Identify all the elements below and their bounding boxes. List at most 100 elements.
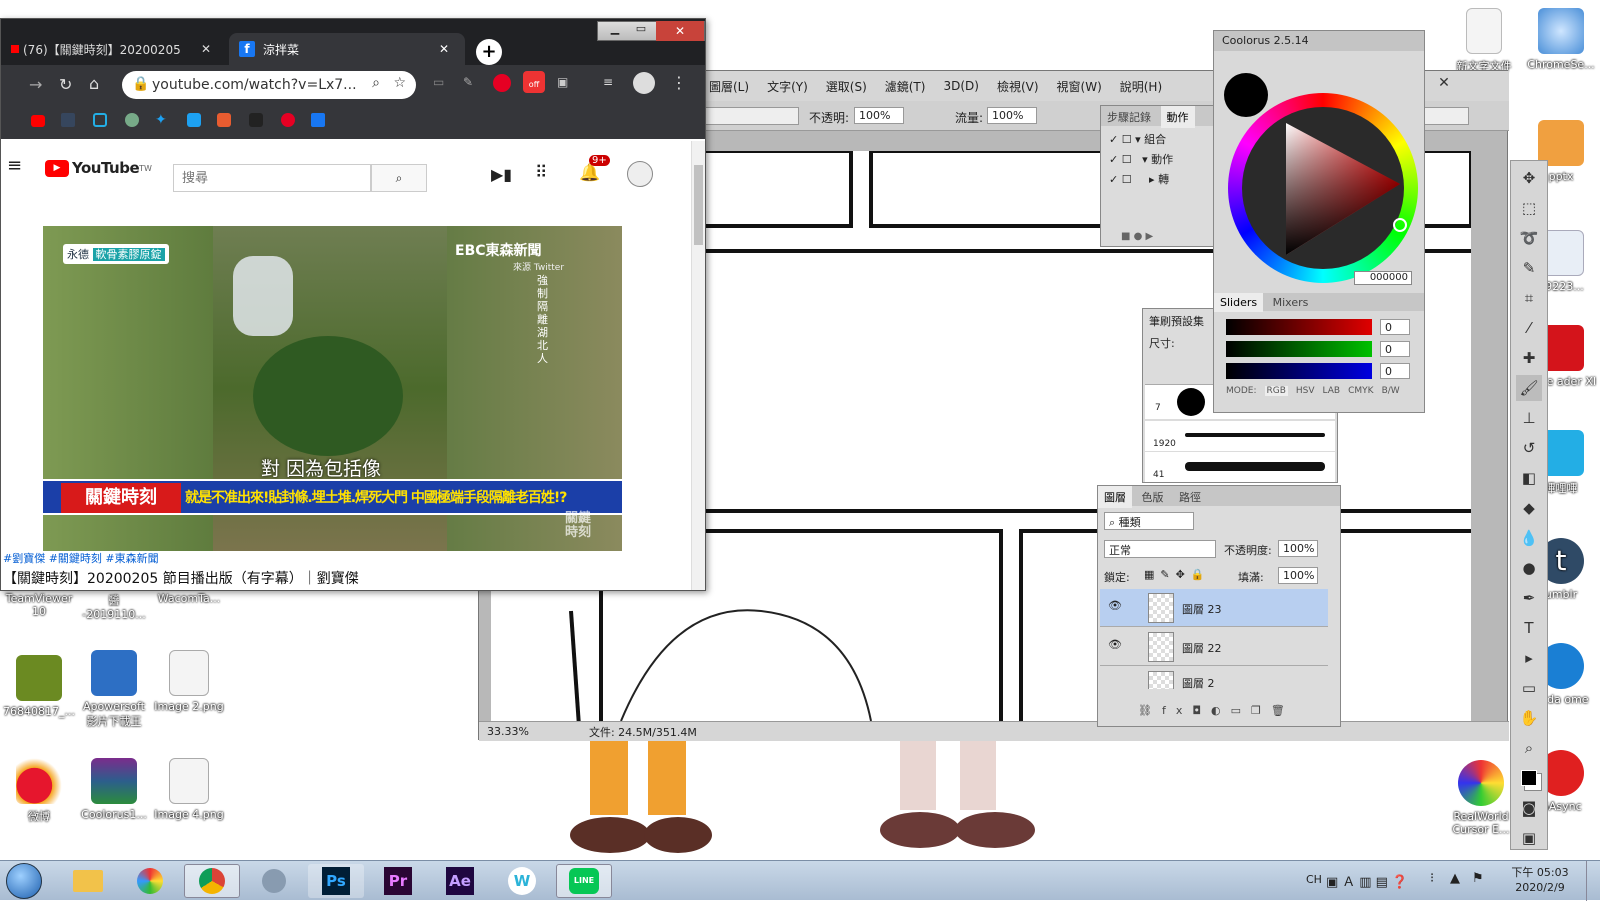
action-row[interactable]: ✓ ☐ ▸ 轉 <box>1109 170 1209 190</box>
pinterest-extension-icon[interactable] <box>493 74 511 92</box>
hamburger-menu-icon[interactable]: ≡ <box>7 155 22 176</box>
blur-tool-icon[interactable]: 💧 <box>1516 525 1542 551</box>
crop-tool-icon[interactable]: ⌗ <box>1516 285 1542 311</box>
account-avatar[interactable] <box>627 161 653 187</box>
color-triangle[interactable] <box>1228 93 1418 283</box>
tab-channels[interactable]: 色版 <box>1136 486 1170 508</box>
ps-close-button[interactable]: ✕ <box>1424 75 1464 93</box>
facebook-bookmark-icon[interactable] <box>311 113 325 127</box>
show-desktop-button[interactable] <box>1586 861 1600 901</box>
eraser-tool-icon[interactable]: ◧ <box>1516 465 1542 491</box>
paint-bucket-icon[interactable]: ◆ <box>1516 495 1542 521</box>
ps-menu-type[interactable]: 文字(Y) <box>767 78 808 95</box>
tab-history[interactable]: 步驟記錄 <box>1101 106 1157 128</box>
taskbar-explorer[interactable] <box>60 864 116 898</box>
desktop-icon-image4[interactable]: Image 4.png <box>150 758 228 821</box>
eyedropper-tool-icon[interactable]: ⁄ <box>1516 315 1542 341</box>
brush-tool-icon[interactable]: 🖌 <box>1516 375 1542 401</box>
menu-icon[interactable]: ⋮ <box>671 73 687 92</box>
red-slider[interactable] <box>1226 319 1372 335</box>
youtube-search-input[interactable] <box>173 164 371 192</box>
ps-menu-3d[interactable]: 3D(D) <box>943 79 978 93</box>
bookmark-icon[interactable] <box>249 113 263 127</box>
volume-icon[interactable]: ⁝ <box>1430 871 1434 886</box>
lasso-tool-icon[interactable]: ➰ <box>1516 225 1542 251</box>
page-scrollbar[interactable] <box>691 141 705 590</box>
video-player[interactable]: 永德 軟骨素膠原錠 EBC東森新聞 來源 Twitter 強制隔離湖北人 對 因… <box>43 226 622 551</box>
eye-icon[interactable]: 👁 <box>1108 599 1122 612</box>
zoom-tool-icon[interactable]: ⌕ <box>1516 735 1542 761</box>
red-value[interactable]: 0 <box>1380 319 1410 335</box>
blend-mode-select[interactable]: 正常 <box>1104 540 1216 558</box>
taskbar-paint[interactable] <box>122 864 178 898</box>
desktop-icon-new-text[interactable]: 新文字文件 <box>1445 8 1523 74</box>
type-tool-icon[interactable]: T <box>1516 615 1542 641</box>
desktop-icon-folder[interactable]: 醬 -2019110... <box>75 592 153 621</box>
profile-avatar[interactable] <box>633 72 655 94</box>
scroll-thumb[interactable] <box>694 165 703 245</box>
extension-icon[interactable]: ▣ <box>557 75 568 89</box>
reload-icon[interactable]: ↻ <box>59 75 72 94</box>
new-tab-button[interactable]: + <box>476 39 502 65</box>
ps-menu-select[interactable]: 選取(S) <box>826 78 867 95</box>
hand-tool-icon[interactable]: ✋ <box>1516 705 1542 731</box>
network-icon[interactable]: ▲ <box>1450 871 1460 886</box>
taskbar-chrome[interactable] <box>184 864 240 898</box>
extension-brush-icon[interactable]: ✎ <box>463 75 473 89</box>
zoom-icon[interactable]: ⌕ <box>372 75 380 91</box>
desktop-icon-weibo[interactable]: 微博 <box>0 758 78 824</box>
forward-icon[interactable]: → <box>29 75 42 94</box>
ps-menu-view[interactable]: 檢視(V) <box>997 78 1039 95</box>
notifications-bell-icon[interactable]: 🔔 <box>579 163 600 183</box>
quick-select-tool-icon[interactable]: ✎ <box>1516 255 1542 281</box>
video-hashtags[interactable]: #劉寶傑 #關鍵時刻 #東森新聞 <box>3 550 159 566</box>
create-video-icon[interactable]: ▶▮ <box>491 165 512 184</box>
shape-tool-icon[interactable]: ▭ <box>1516 675 1542 701</box>
taskbar-app[interactable] <box>246 864 302 898</box>
blue-slider[interactable] <box>1226 363 1372 379</box>
tray-icons[interactable]: ▣Ａ▥▤❓ <box>1326 871 1412 890</box>
layer-row[interactable]: 👁 圖層 23 <box>1100 589 1328 627</box>
input-language[interactable]: CH <box>1306 873 1322 886</box>
desktop-icon-coolorus[interactable]: Coolorus1... <box>75 758 153 821</box>
opacity-input[interactable]: 100% <box>854 107 904 124</box>
taskbar-w-app[interactable]: W <box>494 864 550 898</box>
tab-sliders[interactable]: Sliders <box>1214 293 1264 312</box>
color-swatches-icon[interactable] <box>1516 765 1542 791</box>
address-bar[interactable]: 🔒 youtube.com/watch?v=Lx7... ⌕ ☆ <box>122 71 416 99</box>
action-row[interactable]: ✓ ☐ ▾ 組合 <box>1109 130 1209 150</box>
flow-input[interactable]: 100% <box>987 107 1037 124</box>
zoom-level[interactable]: 33.33% <box>487 725 529 738</box>
eye-icon[interactable]: 👁 <box>1108 638 1122 651</box>
home-icon[interactable]: ⌂ <box>89 74 99 93</box>
kind-filter-select[interactable]: ⌕ 種類 <box>1104 512 1194 530</box>
lock-icons[interactable]: ▦✎✥🔒 <box>1144 568 1211 581</box>
youtube-bookmark-icon[interactable] <box>31 115 45 127</box>
desktop-icon-apowersoft[interactable]: Apowersoft 影片下載王 <box>75 650 153 729</box>
tab-actions[interactable]: 動作 <box>1160 106 1195 128</box>
pinterest-bookmark-icon[interactable] <box>281 113 295 127</box>
blue-value[interactable]: 0 <box>1380 363 1410 379</box>
action-row[interactable]: ✓ ☐ ▾ 動作 <box>1109 150 1209 170</box>
color-wheel[interactable] <box>1228 93 1418 283</box>
off-extension-icon[interactable]: off <box>523 71 545 93</box>
brush-preset-1920[interactable]: 1920 <box>1145 421 1335 451</box>
tab-facebook[interactable]: f 涼拌菜 ✕ <box>229 33 465 65</box>
close-tab-icon[interactable]: ✕ <box>201 42 211 56</box>
bookmark-icon[interactable] <box>187 113 201 127</box>
taskbar-photoshop[interactable]: Ps <box>308 864 364 898</box>
dodge-tool-icon[interactable]: ● <box>1516 555 1542 581</box>
twitter-bookmark-icon[interactable]: ✦ <box>155 112 167 128</box>
ps-menu-layer[interactable]: 圖層(L) <box>709 78 749 95</box>
extension-icon[interactable]: ▭ <box>433 75 444 89</box>
ps-menu-filter[interactable]: 濾鏡(T) <box>885 78 926 95</box>
tab-paths[interactable]: 路徑 <box>1173 486 1207 508</box>
tumblr-bookmark-icon[interactable] <box>61 113 75 127</box>
clock[interactable]: 下午 05:03 2020/2/9 <box>1500 865 1580 895</box>
taskbar-premiere[interactable]: Pr <box>370 864 426 898</box>
flag-icon[interactable]: ⚑ <box>1472 871 1484 886</box>
tab-layers[interactable]: 圖層 <box>1098 486 1132 508</box>
green-slider[interactable] <box>1226 341 1372 357</box>
desktop-icon-chromese[interactable]: ChromeSe... <box>1522 8 1600 71</box>
media-control-icon[interactable]: ≡ <box>603 75 613 89</box>
